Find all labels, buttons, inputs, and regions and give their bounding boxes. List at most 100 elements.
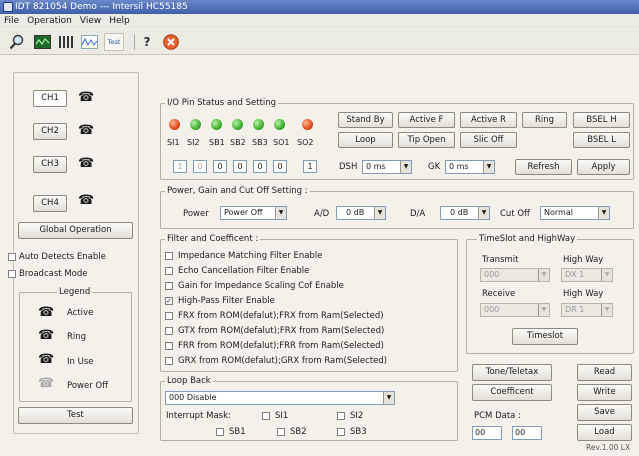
tx-highway-select[interactable]: DX 1 ▼ — [561, 268, 613, 282]
chevron-down-icon: ▼ — [400, 161, 411, 173]
magnifier-icon[interactable] — [8, 33, 26, 51]
highway-label: High Way — [563, 255, 604, 265]
mask-sb1-checkbox[interactable] — [216, 428, 224, 436]
ad-value: 0 dB — [346, 208, 365, 217]
filter-checkbox[interactable] — [165, 312, 173, 320]
mask-si1-checkbox[interactable] — [262, 412, 270, 420]
bsel-h-button[interactable]: BSEL H — [573, 112, 630, 128]
bit-box[interactable]: 0 — [193, 160, 207, 173]
da-select[interactable]: 0 dB ▼ — [440, 206, 490, 220]
toolbar: Test ? — [0, 30, 639, 55]
active-f-button[interactable]: Active F — [398, 112, 455, 128]
timeslot-button[interactable]: Timeslot — [512, 328, 578, 345]
chevron-down-icon: ▼ — [478, 207, 489, 219]
loopback-select[interactable]: 000 Disable ▼ — [165, 391, 395, 405]
legend-title: Legend — [57, 287, 93, 297]
gk-label: GK — [428, 162, 441, 172]
rx-highway-select[interactable]: DR 1 ▼ — [561, 303, 613, 317]
filter-checkbox[interactable] — [165, 282, 173, 290]
ring-button[interactable]: Ring — [522, 112, 567, 128]
coefficent-button[interactable]: Coefficent — [472, 384, 552, 401]
waveform-icon[interactable] — [80, 33, 98, 51]
oscilloscope-icon[interactable] — [33, 33, 51, 51]
pin-label-si2: SI2 — [187, 138, 200, 147]
transmit-value: 000 — [484, 270, 500, 279]
filter-checkbox[interactable] — [165, 267, 173, 275]
transmit-select[interactable]: 000 ▼ — [480, 268, 550, 282]
global-operation-button[interactable]: Global Operation — [18, 222, 133, 239]
loop-button[interactable]: Loop — [338, 132, 393, 148]
mask-sb3-label: SB3 — [350, 427, 367, 437]
channel-button-ch4[interactable]: CH4 — [33, 195, 67, 212]
mask-sb2-checkbox[interactable] — [277, 428, 285, 436]
filter-checkbox[interactable] — [165, 357, 173, 365]
broadcast-mode-checkbox[interactable] — [8, 270, 16, 278]
bit-box[interactable]: 0 — [273, 160, 287, 173]
test-toolbar-button[interactable]: Test — [104, 33, 124, 51]
channel-button-ch3[interactable]: CH3 — [33, 156, 67, 173]
gk-select[interactable]: 0 ms ▼ — [445, 160, 495, 174]
channel-button-ch1[interactable]: CH1 — [33, 90, 67, 107]
led-sb3 — [253, 119, 264, 130]
highway-label: High Way — [563, 289, 604, 299]
chevron-down-icon: ▼ — [483, 161, 494, 173]
ad-select[interactable]: 0 dB ▼ — [336, 206, 386, 220]
filter-checkbox[interactable] — [165, 327, 173, 335]
help-icon[interactable]: ? — [138, 33, 156, 51]
bit-box[interactable]: 1 — [173, 160, 187, 173]
gk-value: 0 ms — [449, 162, 469, 171]
tip-open-button[interactable]: Tip Open — [398, 132, 455, 148]
channel-button-ch2[interactable]: CH2 — [33, 123, 67, 140]
slic-off-button[interactable]: Slic Off — [460, 132, 517, 148]
menu-operation[interactable]: Operation — [23, 14, 76, 29]
active-r-button[interactable]: Active R — [460, 112, 517, 128]
broadcast-mode-label: Broadcast Mode — [19, 269, 88, 279]
loopback-title: Loop Back — [165, 376, 213, 386]
write-button[interactable]: Write — [577, 384, 632, 401]
power-title: Power, Gain and Cut Off Setting : — [165, 186, 310, 196]
dsh-select[interactable]: 0 ms ▼ — [362, 160, 412, 174]
bars-icon[interactable] — [57, 33, 75, 51]
menu-help[interactable]: Help — [105, 14, 134, 29]
rx-highway-value: DR 1 — [565, 305, 585, 314]
apply-button[interactable]: Apply — [577, 159, 630, 175]
pcm-data-input-2[interactable]: 00 — [512, 426, 542, 440]
da-label: D/A — [410, 209, 426, 219]
bit-box[interactable]: 0 — [213, 160, 227, 173]
telephone-icon: ☎ — [38, 328, 55, 343]
filter-label: GTX from ROM(defalut);FRX from Ram(Selec… — [178, 326, 385, 336]
mask-sb3-checkbox[interactable] — [337, 428, 345, 436]
menu-view[interactable]: View — [76, 14, 105, 29]
filter-checkbox[interactable]: ✓ — [165, 297, 173, 305]
filter-checkbox[interactable] — [165, 252, 173, 260]
led-so1 — [274, 119, 285, 130]
transmit-label: Transmit — [482, 255, 519, 265]
ad-label: A/D — [314, 209, 330, 219]
load-button[interactable]: Load — [577, 424, 632, 441]
refresh-button[interactable]: Refresh — [515, 159, 572, 175]
bit-box[interactable]: 1 — [303, 160, 317, 173]
chevron-down-icon: ▼ — [538, 269, 549, 281]
menu-file[interactable]: File — [0, 14, 23, 29]
receive-select[interactable]: 000 ▼ — [480, 303, 550, 317]
mask-si2-checkbox[interactable] — [337, 412, 345, 420]
bit-box[interactable]: 0 — [253, 160, 267, 173]
cutoff-select[interactable]: Normal ▼ — [540, 206, 610, 220]
filter-label: High-Pass Filter Enable — [178, 296, 275, 306]
led-si1 — [169, 119, 180, 130]
save-button[interactable]: Save — [577, 404, 632, 421]
chevron-down-icon: ▼ — [601, 269, 612, 281]
chevron-down-icon: ▼ — [374, 207, 385, 219]
bit-box[interactable]: 0 — [233, 160, 247, 173]
power-select[interactable]: Power Off ▼ — [220, 206, 287, 220]
pcm-data-input-1[interactable]: 00 — [472, 426, 502, 440]
stand-by-button[interactable]: Stand By — [338, 112, 393, 128]
exit-icon[interactable] — [162, 33, 180, 51]
auto-detects-checkbox[interactable] — [8, 253, 16, 261]
bsel-l-button[interactable]: BSEL L — [573, 132, 630, 148]
read-button[interactable]: Read — [577, 364, 632, 381]
filter-checkbox[interactable] — [165, 342, 173, 350]
tone-teletax-button[interactable]: Tone/Teletax — [472, 364, 552, 381]
da-value: 0 dB — [450, 208, 469, 217]
test-button[interactable]: Test — [18, 407, 133, 424]
